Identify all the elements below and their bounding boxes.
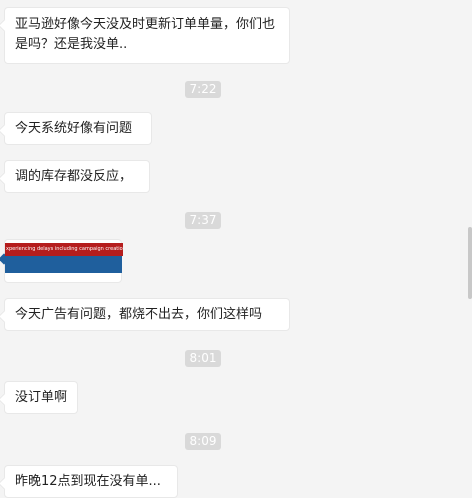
timestamp-737: 7:37 — [185, 212, 221, 229]
timestamp-809: 8:09 — [185, 433, 221, 450]
message-bubble-1[interactable]: 亚马逊好像今天没及时更新订单单量，你们也是吗？还是我没单.. — [4, 7, 290, 64]
scrollbar[interactable] — [468, 227, 472, 299]
message-bubble-4[interactable]: 今天广告有问题，都烧不出去，你们这样吗 — [4, 298, 290, 331]
timestamp-801: 8:01 — [185, 350, 221, 367]
message-text: 今天系统好像有问题 — [15, 121, 133, 136]
message-bubble-5[interactable]: 没订单啊 — [4, 381, 78, 414]
message-text: 亚马逊好像今天没及时更新订单单量，你们也是吗？还是我没单.. — [15, 17, 276, 52]
message-text: 今天广告有问题，都烧不出去，你们这样吗 — [15, 307, 263, 322]
message-bubble-6[interactable]: 昨晚12点到现在没有单... — [4, 465, 178, 498]
image-message[interactable]: xperiencing delays including campaign cr… — [0, 239, 123, 283]
message-bubble-3[interactable]: 调的库存都没反应， — [4, 160, 150, 193]
message-text: 调的库存都没反应， — [15, 169, 133, 184]
image-body — [5, 256, 122, 273]
timestamp-722: 7:22 — [185, 81, 221, 98]
message-text: 没订单啊 — [15, 390, 68, 405]
image-banner: xperiencing delays including campaign cr… — [5, 243, 123, 256]
message-bubble-2[interactable]: 今天系统好像有问题 — [4, 112, 152, 145]
